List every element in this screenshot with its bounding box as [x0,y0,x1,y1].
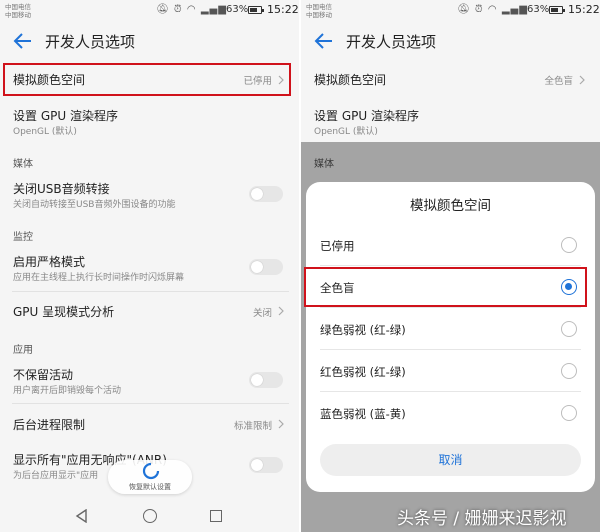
clock: 15:22 [568,3,600,16]
setting-bg-process-limit[interactable]: 后台进程限制 标准限制 [0,404,299,444]
radio-button[interactable] [561,363,577,379]
page-title: 开发人员选项 [45,33,136,51]
battery-icon [549,6,565,14]
setting-gpu-renderer[interactable]: 设置 GPU 渲染程序 OpenGL (默认) [0,98,299,144]
option-label: 已停用 [320,239,355,253]
nav-home-icon[interactable] [143,509,157,523]
status-icons: 🔕︎ ⏰︎ ◠ ▂▄▆ [156,4,227,15]
chevron-right-icon [278,306,284,316]
wifi-icon: ◠ [186,4,197,15]
page-title: 开发人员选项 [346,33,437,51]
nav-back-icon[interactable] [75,509,87,523]
setting-gpu-profile[interactable]: GPU 呈现模式分析 关闭 [0,292,299,330]
usb-audio-toggle[interactable] [249,186,283,202]
chevron-right-icon [278,419,284,429]
show-anr-toggle[interactable] [249,457,283,473]
option-label: 蓝色弱视 (蓝-黄) [320,407,406,421]
section-header-media: 媒体 [13,159,33,170]
setting-value: 关闭 [252,308,272,319]
highlight-box [3,63,291,96]
strict-mode-toggle[interactable] [249,259,283,275]
title-bar: 开发人员选项 [301,24,600,60]
setting-title: 关闭USB音频转接 [13,182,110,196]
carrier-2: 中国移动 [5,11,31,19]
option-tritanomaly[interactable]: 蓝色弱视 (蓝-黄) [306,392,595,434]
setting-title: 设置 GPU 渲染程序 [13,109,118,123]
setting-subtitle: 应用在主线程上执行长时间操作时闪烁屏幕 [13,273,185,283]
setting-title: 设置 GPU 渲染程序 [314,109,419,123]
option-protanomaly[interactable]: 红色弱视 (红-绿) [306,350,595,392]
carrier-info: 中国电信 中国移动 [306,3,332,19]
setting-subtitle: OpenGL (默认) [314,127,378,137]
setting-title: GPU 呈现模式分析 [13,305,115,319]
signal-icon: ▂▄▆ [200,4,227,15]
setting-disable-usb-audio[interactable]: 关闭USB音频转接 关闭自动转接至USB音频外围设备的功能 [0,172,299,218]
radio-button[interactable] [561,237,577,253]
mute-icon: 🔕︎ [156,4,170,15]
restore-defaults-button[interactable]: 恢复默认设置 [108,460,192,494]
title-bar: 开发人员选项 [0,24,299,60]
cancel-button[interactable]: 取消 [320,444,581,476]
nav-bar [0,500,299,532]
option-label: 绿色弱视 (红-绿) [320,323,406,337]
restore-defaults-label: 恢复默认设置 [129,483,171,491]
mute-icon: 🔕︎ [457,4,471,15]
carrier-1: 中国电信 [5,3,31,11]
wifi-icon: ◠ [487,4,498,15]
signal-icon: ▂▄▆ [501,4,528,15]
back-arrow-icon[interactable] [313,30,335,52]
refresh-icon [142,462,160,480]
setting-title: 不保留活动 [13,368,74,382]
right-screen: 中国电信 中国移动 🔕︎ ⏰︎ ◠ ▂▄▆ 63% 15:22 开发人员选项 模… [301,0,600,532]
status-bar: 中国电信 中国移动 🔕︎ ⏰︎ ◠ ▂▄▆ 63% 15:22 [0,0,299,24]
highlight-box [304,267,587,307]
battery-percent: 63% [527,4,550,15]
setting-subtitle: 为后台应用显示"应用 [13,471,99,481]
battery-percent: 63% [226,4,249,15]
status-icons: 🔕︎ ⏰︎ ◠ ▂▄▆ [457,4,528,15]
setting-title: 启用严格模式 [13,255,86,269]
battery-icon [248,6,264,14]
carrier-1: 中国电信 [306,3,332,11]
alarm-icon: ⏰︎ [474,4,484,15]
status-bar: 中国电信 中国移动 🔕︎ ⏰︎ ◠ ▂▄▆ 63% 15:22 [301,0,600,24]
setting-dont-keep-activities[interactable]: 不保留活动 用户离开后即销毁每个活动 [0,358,299,404]
clock: 15:22 [267,3,299,16]
dont-keep-activities-toggle[interactable] [249,372,283,388]
setting-subtitle: 关闭自动转接至USB音频外围设备的功能 [13,200,176,210]
option-label: 红色弱视 (红-绿) [320,365,406,379]
section-header-apps: 应用 [13,345,33,356]
setting-strict-mode[interactable]: 启用严格模式 应用在主线程上执行长时间操作时闪烁屏幕 [0,246,299,292]
setting-subtitle: OpenGL (默认) [13,127,77,137]
setting-title: 模拟颜色空间 [314,73,387,87]
left-screen: 中国电信 中国移动 🔕︎ ⏰︎ ◠ ▂▄▆ 63% 15:22 开发人员选项 模… [0,0,299,532]
setting-value: 标准限制 [233,421,272,432]
section-header-monitoring: 监控 [13,232,33,243]
option-disabled[interactable]: 已停用 [306,224,595,266]
carrier-info: 中国电信 中国移动 [5,3,31,19]
setting-gpu-renderer[interactable]: 设置 GPU 渲染程序 OpenGL (默认) [301,98,600,144]
setting-value: 全色盲 [544,76,573,87]
color-space-dialog: 模拟颜色空间 已停用 全色盲 绿色弱视 (红-绿) 红色弱视 (红-绿) 蓝色弱… [306,182,595,492]
setting-simulate-color-space[interactable]: 模拟颜色空间 全色盲 [301,62,600,98]
radio-button[interactable] [561,321,577,337]
back-arrow-icon[interactable] [12,30,34,52]
setting-subtitle: 用户离开后即销毁每个活动 [13,386,122,396]
chevron-right-icon [579,75,585,85]
radio-button[interactable] [561,405,577,421]
option-deuteranomaly[interactable]: 绿色弱视 (红-绿) [306,308,595,350]
setting-title: 后台进程限制 [13,418,86,432]
alarm-icon: ⏰︎ [173,4,183,15]
nav-recent-icon[interactable] [210,510,222,522]
dialog-title: 模拟颜色空间 [410,198,491,214]
carrier-2: 中国移动 [306,11,332,19]
watermark-text: 头条号 / 姗姗来迟影视 [397,509,567,529]
